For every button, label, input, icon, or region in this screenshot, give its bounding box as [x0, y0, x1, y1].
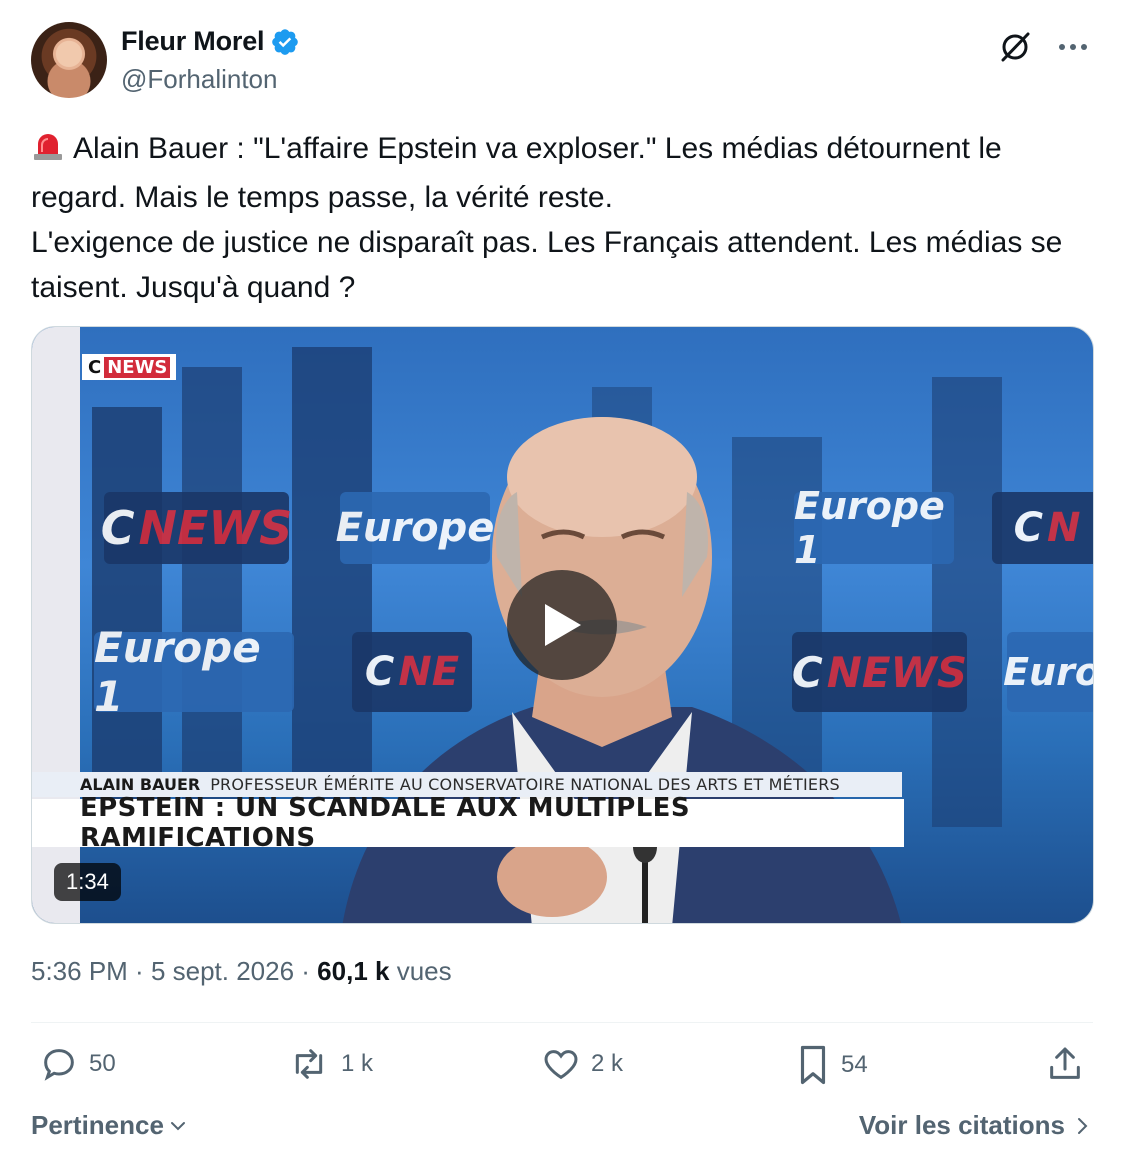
- tweet-date[interactable]: 5 sept. 2026: [151, 956, 294, 986]
- meta-sep: ·: [127, 956, 151, 986]
- views-count: 60,1 k: [317, 956, 390, 986]
- tweet-header: Fleur Morel @Forhalinton: [31, 22, 1092, 100]
- skyline: [932, 377, 1002, 827]
- like-count: 2 k: [591, 1050, 624, 1077]
- meta-sep: ·: [294, 956, 318, 986]
- bookmark-icon: [800, 1045, 826, 1085]
- verified-badge-icon: [270, 27, 300, 57]
- sort-label: Pertinence: [31, 1110, 164, 1140]
- panel-c: C: [1013, 505, 1043, 551]
- bookmark-button[interactable]: 54: [795, 1044, 868, 1086]
- play-icon: [545, 604, 581, 646]
- repost-count: 1 k: [341, 1050, 374, 1077]
- author-name-row: Fleur Morel: [121, 26, 300, 57]
- speaker-name: ALAIN BAUER: [80, 775, 201, 794]
- share-button[interactable]: [1045, 1044, 1085, 1084]
- video-duration: 1:34: [54, 863, 121, 901]
- bg-panel-europe1-2: Europe 1: [94, 623, 294, 721]
- avatar[interactable]: [31, 22, 107, 98]
- repost-button[interactable]: 1 k: [287, 1044, 373, 1084]
- quotes-label: Voir les citations: [858, 1110, 1065, 1140]
- channel-logo-c: C: [88, 356, 102, 378]
- speaker-title: PROFESSEUR ÉMÉRITE AU CONSERVATOIRE NATI…: [210, 775, 840, 794]
- tweet-text: Alain Bauer : "L'affaire Epstein va expl…: [31, 126, 1093, 310]
- video-headline: EPSTEIN : UN SCANDALE AUX MULTIPLES RAMI…: [32, 793, 904, 853]
- tweet-line-1: Alain Bauer : "L'affaire Epstein va expl…: [31, 126, 1093, 220]
- view-quotes-link[interactable]: Voir les citations: [859, 1110, 1091, 1141]
- channel-logo: C NEWS: [82, 354, 177, 380]
- play-button[interactable]: [507, 570, 617, 680]
- chevron-down-icon: [170, 1121, 185, 1130]
- repost-icon: [295, 1049, 323, 1079]
- panel-c: C: [100, 501, 135, 555]
- panel-news: NEWS: [138, 501, 293, 555]
- bg-panel-europe-3: Euro: [1003, 632, 1093, 712]
- tweet-meta: 5:36 PM · 5 sept. 2026 · 60,1 k vues: [31, 956, 452, 987]
- action-bar: 50 1 k 2 k 54: [31, 1044, 1093, 1094]
- sort-dropdown[interactable]: Pertinence: [31, 1110, 188, 1141]
- bookmark-count: 54: [841, 1051, 868, 1078]
- author-handle[interactable]: @Forhalinton: [121, 64, 277, 95]
- panel-n: N: [1046, 505, 1081, 551]
- more-icon[interactable]: [1054, 28, 1092, 66]
- skyline: [92, 407, 162, 827]
- tweet-line-2: L'exigence de justice ne disparaît pas. …: [31, 226, 1063, 304]
- views-label: vues: [396, 956, 452, 986]
- heart-icon: [544, 1050, 578, 1080]
- reply-button[interactable]: 50: [39, 1044, 116, 1084]
- reply-icon: [44, 1049, 74, 1081]
- grok-icon[interactable]: [996, 28, 1034, 66]
- share-icon: [1050, 1047, 1080, 1079]
- skyline: [182, 367, 242, 827]
- author-name[interactable]: Fleur Morel: [121, 26, 265, 57]
- tweet-text-part-1: Alain Bauer : "L'affaire Epstein va expl…: [31, 132, 1002, 214]
- tweet-time[interactable]: 5:36 PM: [31, 956, 128, 986]
- divider: [31, 1022, 1093, 1023]
- siren-icon: [31, 130, 65, 175]
- chevron-right-icon: [1078, 1117, 1088, 1134]
- bg-panel-cnews-2: CN: [992, 492, 1093, 564]
- bg-panel-cnews: C NEWS: [100, 492, 293, 564]
- like-button[interactable]: 2 k: [541, 1044, 623, 1084]
- channel-logo-news: NEWS: [104, 356, 171, 378]
- reply-count: 50: [89, 1050, 116, 1077]
- video-player[interactable]: C NEWS C NEWS Europe Europe 1 CN Europe 1…: [31, 326, 1094, 924]
